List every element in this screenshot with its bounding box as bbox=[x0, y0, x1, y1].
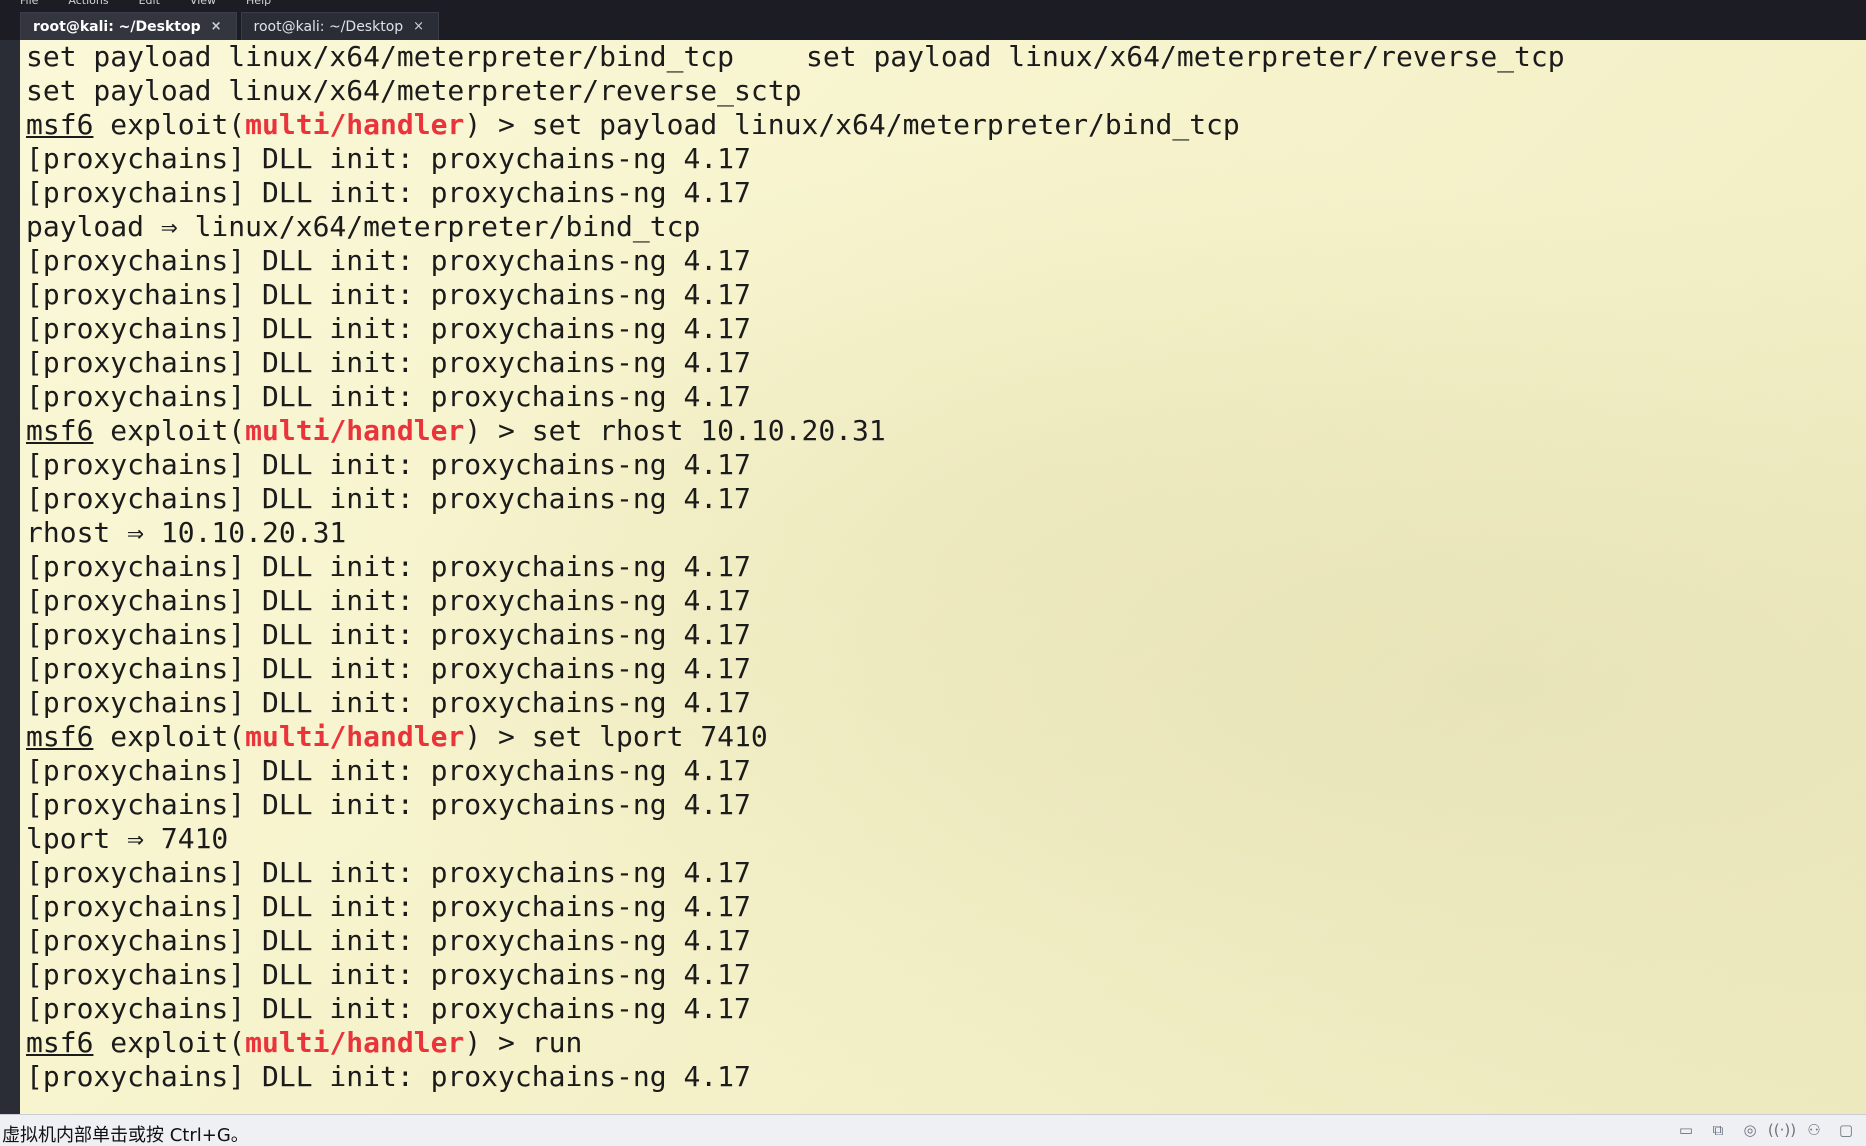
tab-bar: root@kali: ~/Desktop × root@kali: ~/Deskto… bbox=[20, 12, 443, 40]
prompt-line: msf6 exploit(multi/handler) > set payloa… bbox=[26, 108, 1565, 142]
proxychains-line: [proxychains] DLL init: proxychains-ng 4… bbox=[26, 686, 751, 719]
cd-icon[interactable]: ◎ bbox=[1740, 1120, 1760, 1140]
menu-item-help[interactable]: Help bbox=[246, 0, 271, 7]
proxychains-line: [proxychains] DLL init: proxychains-ng 4… bbox=[26, 618, 751, 651]
prompt-exploit: exploit( bbox=[93, 108, 246, 141]
completion-item: set payload linux/x64/meterpreter/bind_t… bbox=[26, 40, 735, 73]
proxychains-line: [proxychains] DLL init: proxychains-ng 4… bbox=[26, 346, 751, 379]
tab-1[interactable]: root@kali: ~/Desktop × bbox=[20, 12, 237, 40]
wireless-icon[interactable]: ((·)) bbox=[1768, 1120, 1796, 1140]
prompt-msf: msf6 bbox=[26, 414, 94, 447]
command-text: set payload linux/x64/meterpreter/bind_t… bbox=[531, 108, 1240, 141]
left-gutter bbox=[0, 40, 20, 1114]
result-line: lport ⇒ 7410 bbox=[26, 822, 229, 855]
screen-icon[interactable]: ▢ bbox=[1836, 1120, 1856, 1140]
proxychains-line: [proxychains] DLL init: proxychains-ng 4… bbox=[26, 958, 751, 991]
prompt-module: multi/handler bbox=[245, 108, 465, 141]
menu-item-view[interactable]: View bbox=[190, 0, 216, 7]
menu-bar: File Actions Edit View Help bbox=[20, 0, 271, 7]
proxychains-line: [proxychains] DLL init: proxychains-ng 4… bbox=[26, 584, 751, 617]
proxychains-line: [proxychains] DLL init: proxychains-ng 4… bbox=[26, 890, 751, 923]
menu-item-actions[interactable]: Actions bbox=[68, 0, 108, 7]
command-text: set lport 7410 bbox=[531, 720, 768, 753]
tab-title: root@kali: ~/Desktop bbox=[33, 18, 201, 35]
tab-title: root@kali: ~/Desktop bbox=[253, 18, 404, 35]
device-tray: ▭ ⧉ ◎ ((·)) ⚇ ▢ bbox=[1676, 1120, 1856, 1140]
prompt-module: multi/handler bbox=[245, 1026, 465, 1059]
proxychains-line: [proxychains] DLL init: proxychains-ng 4… bbox=[26, 652, 751, 685]
completion-line: set payload linux/x64/meterpreter/bind_t… bbox=[26, 40, 1565, 74]
proxychains-line: [proxychains] DLL init: proxychains-ng 4… bbox=[26, 788, 751, 821]
proxychains-line: [proxychains] DLL init: proxychains-ng 4… bbox=[26, 924, 751, 957]
prompt-close: ) > bbox=[464, 108, 532, 141]
menu-item-file[interactable]: File bbox=[20, 0, 38, 7]
proxychains-line: [proxychains] DLL init: proxychains-ng 4… bbox=[26, 142, 751, 175]
proxychains-line: [proxychains] DLL init: proxychains-ng 4… bbox=[26, 992, 751, 1025]
drive-icon[interactable]: ▭ bbox=[1676, 1120, 1696, 1140]
terminal-output[interactable]: set payload linux/x64/meterpreter/bind_t… bbox=[20, 40, 1866, 1114]
close-icon[interactable]: × bbox=[211, 19, 222, 34]
completion-item: set payload linux/x64/meterpreter/revers… bbox=[806, 40, 1565, 73]
prompt-close: ) > bbox=[464, 720, 532, 753]
user-icon[interactable]: ⚇ bbox=[1804, 1120, 1824, 1140]
prompt-exploit: exploit( bbox=[93, 414, 246, 447]
terminal-title-bar: File Actions Edit View Help root@kali: ~/Des… bbox=[0, 0, 1866, 40]
proxychains-line: [proxychains] DLL init: proxychains-ng 4… bbox=[26, 550, 751, 583]
proxychains-line: [proxychains] DLL init: proxychains-ng 4… bbox=[26, 754, 751, 787]
network-icon[interactable]: ⧉ bbox=[1708, 1120, 1728, 1140]
proxychains-line: [proxychains] DLL init: proxychains-ng 4… bbox=[26, 482, 751, 515]
prompt-line: msf6 exploit(multi/handler) > run bbox=[26, 1026, 1565, 1060]
prompt-module: multi/handler bbox=[245, 720, 465, 753]
prompt-close: ) > bbox=[464, 414, 532, 447]
tab-2[interactable]: root@kali: ~/Desktop × bbox=[240, 12, 440, 40]
proxychains-line: [proxychains] DLL init: proxychains-ng 4… bbox=[26, 312, 751, 345]
proxychains-line: [proxychains] DLL init: proxychains-ng 4… bbox=[26, 380, 751, 413]
menu-item-edit[interactable]: Edit bbox=[139, 0, 160, 7]
prompt-line: msf6 exploit(multi/handler) > set lport … bbox=[26, 720, 1565, 754]
prompt-module: multi/handler bbox=[245, 414, 465, 447]
command-text: run bbox=[531, 1026, 583, 1059]
proxychains-line: [proxychains] DLL init: proxychains-ng 4… bbox=[26, 176, 751, 209]
vm-window: File Actions Edit View Help root@kali: ~/Des… bbox=[0, 0, 1866, 1146]
proxychains-line: [proxychains] DLL init: proxychains-ng 4… bbox=[26, 1060, 751, 1093]
result-line: rhost ⇒ 10.10.20.31 bbox=[26, 516, 347, 549]
prompt-msf: msf6 bbox=[26, 108, 94, 141]
proxychains-line: [proxychains] DLL init: proxychains-ng 4… bbox=[26, 244, 751, 277]
prompt-exploit: exploit( bbox=[93, 720, 246, 753]
proxychains-line: [proxychains] DLL init: proxychains-ng 4… bbox=[26, 278, 751, 311]
vm-status-bar: 虚拟机内部单击或按 Ctrl+G。 ▭ ⧉ ◎ ((·)) ⚇ ▢ bbox=[0, 1114, 1866, 1146]
prompt-msf: msf6 bbox=[26, 1026, 94, 1059]
proxychains-line: [proxychains] DLL init: proxychains-ng 4… bbox=[26, 856, 751, 889]
proxychains-line: [proxychains] DLL init: proxychains-ng 4… bbox=[26, 448, 751, 481]
prompt-msf: msf6 bbox=[26, 720, 94, 753]
prompt-line: msf6 exploit(multi/handler) > set rhost … bbox=[26, 414, 1565, 448]
status-hint: 虚拟机内部单击或按 Ctrl+G。 bbox=[2, 1125, 249, 1146]
command-text: set rhost 10.10.20.31 bbox=[531, 414, 886, 447]
completion-line: set payload linux/x64/meterpreter/revers… bbox=[26, 74, 802, 107]
prompt-close: ) > bbox=[464, 1026, 532, 1059]
close-icon[interactable]: × bbox=[413, 19, 424, 34]
result-line: payload ⇒ linux/x64/meterpreter/bind_tcp bbox=[26, 210, 701, 243]
prompt-exploit: exploit( bbox=[93, 1026, 246, 1059]
terminal-lines: set payload linux/x64/meterpreter/bind_t… bbox=[26, 40, 1565, 1094]
